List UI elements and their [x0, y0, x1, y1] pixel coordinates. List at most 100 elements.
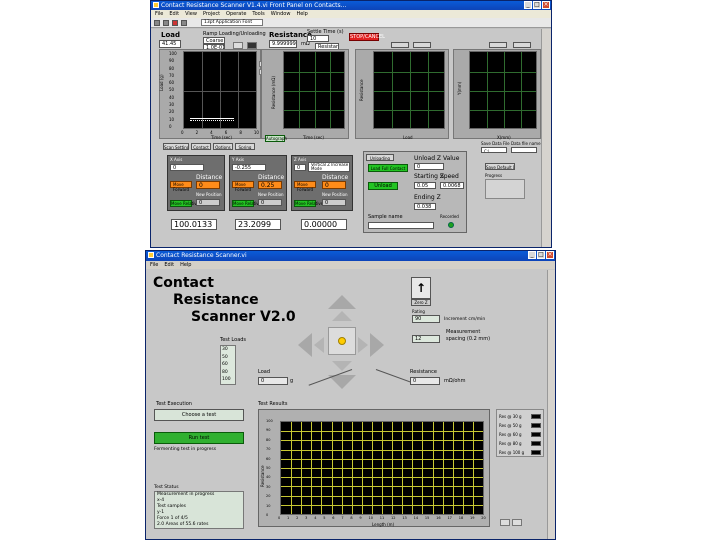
right-arrow-icon[interactable]: [370, 333, 384, 357]
test-execution-label: Test Execution: [156, 401, 192, 407]
ramp-select[interactable]: Coarse: [203, 37, 225, 44]
bottom-scrollbar[interactable]: [547, 270, 555, 539]
y-tick: 0: [266, 512, 269, 517]
ending-z-input[interactable]: 0.038: [414, 203, 436, 210]
up-small-arrow-icon[interactable]: [332, 311, 352, 321]
bottom-window-titlebar[interactable]: Contact Resistance Scanner.vi _ □ ×: [146, 251, 555, 261]
tab-contact[interactable]: Contact: [191, 143, 211, 150]
left-small-arrow-icon[interactable]: [314, 337, 324, 353]
autograph-button[interactable]: Autograph: [265, 135, 287, 142]
maximize-button[interactable]: □: [533, 1, 541, 9]
legend-item[interactable]: Res @ 100 g: [499, 448, 543, 457]
progress-box: [485, 179, 525, 199]
test-load-item[interactable]: 30: [222, 346, 235, 354]
run-test-button[interactable]: Run test: [154, 432, 244, 444]
font-select[interactable]: 13pt Application Font: [201, 19, 263, 26]
y-move-relative-button[interactable]: Move Relative: [232, 200, 261, 207]
test-load-item[interactable]: 60: [222, 361, 235, 369]
test-load-item[interactable]: 80: [222, 369, 235, 377]
load-set-button[interactable]: [233, 42, 243, 49]
close-button[interactable]: ×: [542, 1, 550, 9]
z-distance-input[interactable]: 0: [322, 181, 346, 189]
rating-input[interactable]: 90: [412, 315, 440, 323]
load-zero-button[interactable]: [247, 42, 257, 49]
chart-zoom-button[interactable]: [500, 519, 510, 526]
menu-tools[interactable]: Tools: [252, 10, 264, 18]
minimize-button[interactable]: _: [528, 251, 536, 259]
save-file-input[interactable]: C:\...: [481, 147, 507, 153]
close-button[interactable]: ×: [546, 251, 554, 259]
menu-file[interactable]: File: [150, 261, 158, 269]
sample-name-input[interactable]: [368, 222, 434, 229]
unload-z-value[interactable]: 0: [414, 163, 444, 170]
menu-edit[interactable]: Edit: [169, 10, 179, 18]
z-move-relative-button[interactable]: Move Relative: [294, 200, 323, 207]
right-small-arrow-icon[interactable]: [358, 337, 368, 353]
x-axis-position[interactable]: 0: [170, 164, 204, 171]
save-default-button[interactable]: Save Default Data: [485, 163, 515, 170]
top-window-titlebar[interactable]: Contact Resistance Scanner V1.4.vi Front…: [151, 1, 551, 10]
top-scrollbar[interactable]: [541, 29, 551, 247]
test-loads-list[interactable]: 30 50 60 80 100: [220, 345, 236, 385]
left-arrow-icon[interactable]: [298, 333, 312, 357]
legend-item[interactable]: Res @ 80 g: [499, 439, 543, 448]
menu-operate[interactable]: Operate: [226, 10, 246, 18]
choose-test-select[interactable]: Choose a test: [154, 409, 244, 421]
load-full-contact-button[interactable]: Load Full Contact: [368, 164, 408, 172]
zero-z-button[interactable]: Zero Z: [411, 299, 431, 306]
unload-button[interactable]: Unload: [368, 182, 398, 190]
maximize-button[interactable]: □: [537, 251, 545, 259]
legend-item[interactable]: Res @ 60 g: [499, 430, 543, 439]
x-move-forward-button[interactable]: Move Forward: [170, 181, 192, 192]
home-led[interactable]: [338, 337, 346, 345]
settle-input[interactable]: 10: [307, 35, 329, 42]
x-distance-input[interactable]: 0: [196, 181, 220, 189]
spacing-input[interactable]: 12: [412, 335, 440, 343]
y-tick: 60: [266, 456, 271, 461]
x-move-relative-button[interactable]: Move Relative: [170, 200, 199, 207]
z-move-forward-button[interactable]: Move Forward: [294, 181, 316, 192]
menu-help[interactable]: Help: [296, 10, 307, 18]
run-continuous-icon[interactable]: [163, 20, 169, 26]
data-file-input[interactable]: [511, 147, 537, 153]
graph4-zoom-button[interactable]: [489, 42, 507, 48]
speed-input[interactable]: 0.0068: [440, 182, 464, 189]
z-mode-select[interactable]: Vertical Z Increase Mode: [308, 162, 350, 172]
run-icon[interactable]: [154, 20, 160, 26]
up-arrow-icon[interactable]: [328, 295, 356, 309]
menu-project[interactable]: Project: [203, 10, 220, 18]
menu-view[interactable]: View: [185, 10, 197, 18]
menu-edit[interactable]: Edit: [164, 261, 174, 269]
y-tick: 80: [169, 65, 175, 71]
y-axis-position[interactable]: -0.255: [232, 164, 266, 171]
y-move-forward-button[interactable]: Move Forward: [232, 181, 254, 192]
grid-line: [422, 422, 424, 514]
legend-item[interactable]: Res @ 50 g: [499, 421, 543, 430]
legend-item[interactable]: Res @ 30 g: [499, 412, 543, 421]
grid-line: [470, 110, 536, 111]
stop-button[interactable]: STOP/CANCEL: [349, 33, 385, 41]
minimize-button[interactable]: _: [524, 1, 532, 9]
pause-icon[interactable]: [181, 20, 187, 26]
tab-unloading[interactable]: Unloading: [366, 154, 394, 161]
y-distance-input[interactable]: 0.25: [258, 181, 282, 189]
y-tick: 70: [266, 447, 271, 452]
graph4-pan-button[interactable]: [513, 42, 531, 48]
zero-z-up-button[interactable]: ↑: [411, 277, 431, 299]
menu-file[interactable]: File: [155, 10, 163, 18]
test-load-item[interactable]: 50: [222, 354, 235, 362]
y-distance-label: Distance: [258, 174, 285, 181]
tab-options[interactable]: Options: [213, 143, 233, 150]
graph3-pan-button[interactable]: [413, 42, 431, 48]
abort-icon[interactable]: [172, 20, 178, 26]
top-menubar: File Edit View Project Operate Tools Win…: [151, 10, 551, 18]
menu-window[interactable]: Window: [271, 10, 291, 18]
graph3-zoom-button[interactable]: [391, 42, 409, 48]
menu-help[interactable]: Help: [180, 261, 191, 269]
z-axis-position[interactable]: 0: [294, 164, 306, 171]
chart-pan-button[interactable]: [512, 519, 522, 526]
tab-spring[interactable]: Spring: [235, 143, 255, 150]
test-load-item[interactable]: 100: [222, 376, 235, 384]
tab-scan-settings[interactable]: Scan Settings: [163, 143, 189, 150]
starting-z-input[interactable]: 0.05: [414, 182, 436, 189]
